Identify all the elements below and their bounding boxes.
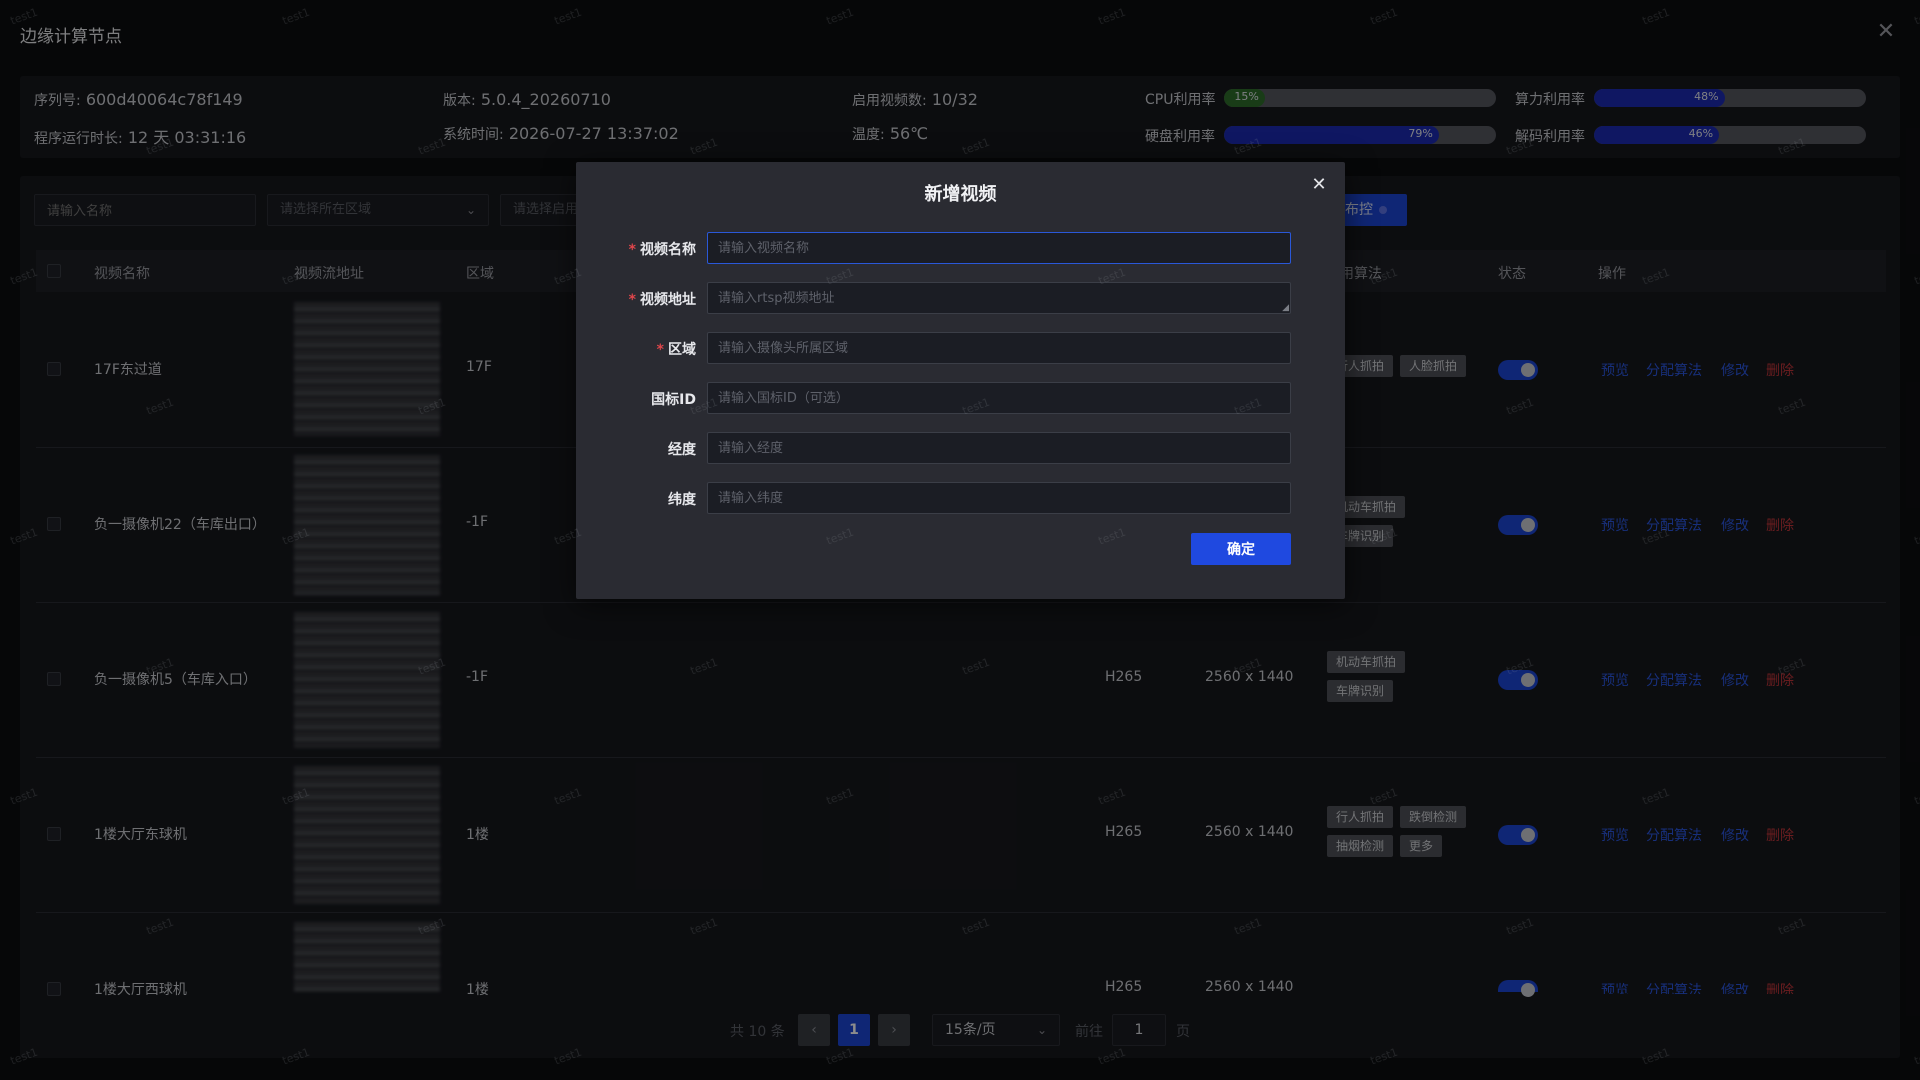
required-asterisk: * xyxy=(628,242,636,258)
video-url-input[interactable] xyxy=(707,282,1291,314)
field-label-gb-id: 国标ID xyxy=(651,392,696,408)
field-label-text: 区域 xyxy=(668,342,696,358)
latitude-input[interactable] xyxy=(707,482,1291,514)
confirm-button[interactable]: 确定 xyxy=(1191,533,1291,565)
field-label-longitude: 经度 xyxy=(668,442,696,458)
dialog-title: 新增视频 xyxy=(924,184,997,205)
video-name-input[interactable] xyxy=(707,232,1291,264)
field-label-latitude: 纬度 xyxy=(668,492,696,508)
required-asterisk: * xyxy=(656,342,664,358)
required-asterisk: * xyxy=(628,292,636,308)
close-icon[interactable]: ✕ xyxy=(1308,174,1330,196)
field-label-text: 视频地址 xyxy=(640,292,696,308)
field-label-video-name: * 视频名称 xyxy=(576,239,696,259)
gb-id-input[interactable] xyxy=(707,382,1291,414)
longitude-input[interactable] xyxy=(707,432,1291,464)
field-label-video-url: * 视频地址 xyxy=(576,289,696,309)
field-label-text: 视频名称 xyxy=(640,242,696,258)
field-label-region: * 区域 xyxy=(576,339,696,359)
video-url-textarea-wrap: ◢ xyxy=(707,282,1291,314)
add-video-dialog: 新增视频 ✕ *视频名称 *视频地址 ◢ *区域 国标ID 经度 纬度 确定 xyxy=(576,162,1345,599)
region-input[interactable] xyxy=(707,332,1291,364)
